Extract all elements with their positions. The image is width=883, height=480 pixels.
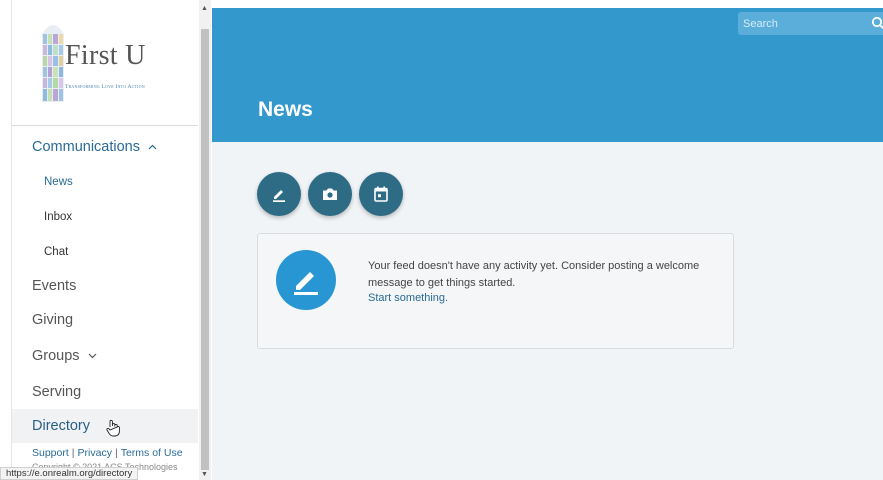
start-something-link[interactable]: Start something. (368, 292, 448, 304)
camera-icon (323, 188, 337, 200)
privacy-link[interactable]: Privacy (78, 447, 112, 459)
logo-title: First U (65, 40, 146, 71)
search-input[interactable] (738, 12, 868, 35)
support-link[interactable]: Support (32, 447, 69, 459)
scroll-down-arrow-icon[interactable]: ▼ (201, 471, 208, 478)
sidebar: First U Transforming Love Into Action Co… (0, 0, 212, 480)
sidebar-item-events[interactable]: Events (12, 269, 198, 303)
terms-link[interactable]: Terms of Use (121, 447, 183, 459)
logo-tagline: Transforming Love Into Action (65, 84, 145, 90)
sidebar-item-label: Groups (32, 348, 80, 364)
sidebar-item-serving[interactable]: Serving (12, 375, 198, 409)
scroll-thumb[interactable] (201, 29, 209, 470)
scroll-up-arrow-icon[interactable]: ▲ (201, 5, 208, 12)
sidebar-item-news[interactable]: News (12, 164, 198, 199)
footer-links: Support | Privacy | Terms of Use (32, 447, 183, 459)
hand-cursor-icon (106, 419, 120, 441)
sidebar-item-directory[interactable]: Directory (12, 409, 198, 443)
sidebar-item-chat[interactable]: Chat (12, 234, 198, 269)
empty-feed-card: Your feed doesn't have any activity yet.… (257, 233, 734, 349)
sidebar-item-label: Events (32, 278, 77, 294)
pencil-icon (273, 190, 285, 202)
chevron-up-icon (148, 142, 157, 153)
sidebar-scrollbar[interactable]: ▲ ▼ (199, 0, 211, 480)
church-logo[interactable]: First U Transforming Love Into Action (12, 0, 198, 126)
sidebar-item-label: Directory (32, 418, 91, 434)
page-title: News (258, 98, 313, 121)
page-header: News (212, 8, 883, 142)
stained-glass-window-icon (42, 25, 64, 102)
write-post-button[interactable] (257, 172, 301, 216)
search-icon[interactable] (871, 16, 883, 30)
sidebar-item-inbox[interactable]: Inbox (12, 199, 198, 234)
sidebar-item-giving[interactable]: Giving (12, 303, 198, 337)
search-box (738, 12, 883, 35)
sidebar-item-communications[interactable]: Communications (12, 130, 198, 164)
sidebar-item-label: Communications (32, 139, 140, 155)
empty-feed-message: Your feed doesn't have any activity yet.… (368, 260, 700, 289)
calendar-icon (374, 186, 388, 202)
sidebar-item-groups[interactable]: Groups (12, 337, 198, 375)
sidebar-panel: First U Transforming Love Into Action Co… (11, 0, 198, 480)
pencil-icon (276, 250, 336, 310)
sidebar-item-label: Giving (32, 312, 74, 328)
sidebar-nav: Communications News Inbox Chat Events Gi… (12, 130, 198, 443)
status-bar-url: https://e.onrealm.org/directory (0, 467, 139, 480)
event-post-button[interactable] (359, 172, 403, 216)
chevron-down-icon (88, 351, 97, 362)
photo-post-button[interactable] (308, 172, 352, 216)
main-content: Your feed doesn't have any activity yet.… (212, 142, 883, 480)
sidebar-item-label: Serving (32, 384, 82, 400)
